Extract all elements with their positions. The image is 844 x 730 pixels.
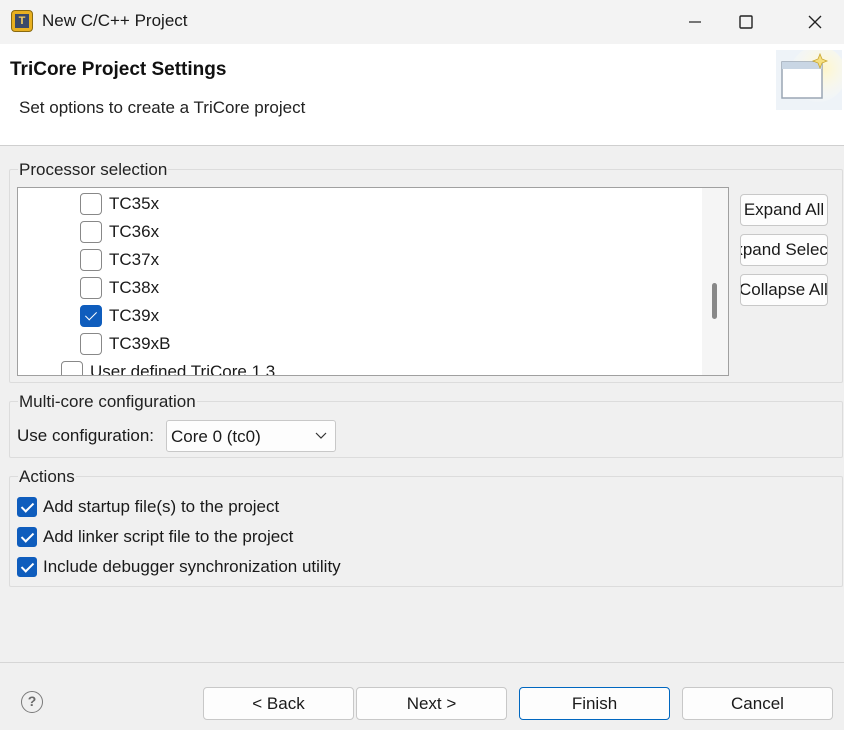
action-label: Add linker script file to the project (43, 527, 294, 546)
help-icon[interactable]: ? (21, 691, 43, 713)
maximize-button[interactable] (717, 0, 775, 44)
expand-selected-button[interactable]: Expand Selected (740, 234, 828, 266)
tree-item-label: TC37x (109, 250, 160, 269)
tree-item-label: TC35x (109, 194, 160, 213)
collapse-all-button[interactable]: Collapse All (740, 274, 828, 306)
expand-all-button[interactable]: Expand All (740, 194, 828, 226)
action-startup-files[interactable]: Add startup file(s) to the project (17, 495, 279, 519)
tree-item-label: TC38x (109, 278, 160, 297)
cancel-button[interactable]: Cancel (682, 687, 833, 720)
expand-all-label: Expand All (743, 200, 825, 219)
processor-tree[interactable]: TC35x TC36x TC37x TC38x TC39x TC39xB Use… (17, 187, 729, 376)
action-label: Add startup file(s) to the project (43, 497, 280, 516)
maximize-icon (739, 15, 753, 29)
configuration-select-value: Core 0 (tc0) (171, 427, 261, 446)
tree-item-checkbox[interactable] (61, 361, 83, 375)
actions-label: Actions (18, 467, 76, 487)
action-checkbox[interactable] (17, 527, 37, 547)
configuration-select[interactable]: Core 0 (tc0) (166, 420, 336, 452)
minimize-icon (689, 21, 701, 23)
tree-item[interactable]: TC36x (80, 218, 159, 246)
close-icon (808, 15, 822, 29)
tree-item[interactable]: User defined TriCore 1.3 (61, 358, 276, 376)
window-title: New C/C++ Project (42, 11, 188, 30)
finish-button[interactable]: Finish (519, 687, 670, 720)
back-button[interactable]: < Back (203, 687, 354, 720)
tree-item-label: User defined TriCore 1.3 (90, 362, 276, 376)
wizard-banner-icon (776, 46, 844, 110)
tree-item[interactable]: TC37x (80, 246, 159, 274)
action-checkbox[interactable] (17, 557, 37, 577)
close-button[interactable] (786, 0, 844, 44)
tree-scrollbar-thumb[interactable] (712, 283, 717, 319)
tree-item[interactable]: TC38x (80, 274, 159, 302)
tree-item-checkbox[interactable] (80, 277, 102, 299)
tree-item[interactable]: TC39xB (80, 330, 170, 358)
page-title: TriCore Project Settings (10, 59, 227, 80)
page-description: Set options to create a TriCore project (19, 98, 306, 117)
action-debugger-sync[interactable]: Include debugger synchronization utility (17, 555, 341, 579)
expand-selected-label: Expand Selected (741, 240, 828, 259)
action-checkbox[interactable] (17, 497, 37, 517)
app-icon: T (11, 10, 33, 32)
chevron-down-icon (315, 432, 327, 439)
tree-item-checkbox[interactable] (80, 333, 102, 355)
tree-item-label: TC39x (109, 306, 160, 325)
tree-item-tc39x[interactable]: TC39x (80, 302, 159, 330)
tree-item[interactable]: TC35x (80, 190, 159, 218)
tree-item-label: TC39xB (109, 334, 171, 353)
tree-item-checkbox[interactable] (80, 193, 102, 215)
action-linker-script[interactable]: Add linker script file to the project (17, 525, 293, 549)
action-label: Include debugger synchronization utility (43, 557, 341, 576)
multicore-label: Multi-core configuration (18, 392, 197, 412)
app-icon-letter: T (15, 14, 29, 28)
tree-item-checkbox-checked[interactable] (80, 305, 102, 327)
processor-selection-label: Processor selection (18, 160, 169, 180)
use-configuration-label: Use configuration: (17, 426, 155, 445)
next-button[interactable]: Next > (356, 687, 507, 720)
tree-item-checkbox[interactable] (80, 249, 102, 271)
tree-scrollbar[interactable] (702, 188, 728, 375)
tree-item-checkbox[interactable] (80, 221, 102, 243)
collapse-all-label: Collapse All (740, 280, 828, 299)
footer-separator (0, 662, 844, 663)
tree-item-label: TC36x (109, 222, 160, 241)
minimize-button[interactable] (666, 0, 724, 44)
